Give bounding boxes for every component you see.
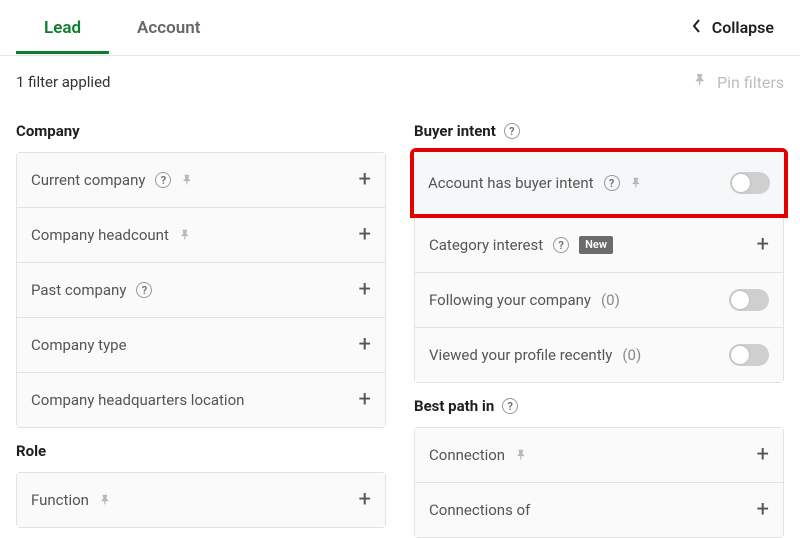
tabs-bar: Lead Account Collapse xyxy=(0,0,800,56)
filter-connection[interactable]: Connection + xyxy=(415,428,783,483)
filter-label: Connections of xyxy=(429,501,530,519)
left-column: Company Current company ? + Company head… xyxy=(16,108,386,538)
filter-category-interest[interactable]: Category interest ? New + xyxy=(415,218,783,273)
filter-label: Company headquarters location xyxy=(31,391,244,409)
expand-icon: + xyxy=(359,224,371,246)
filter-label: Account has buyer intent xyxy=(428,174,594,192)
expand-icon: + xyxy=(359,334,371,356)
collapse-label: Collapse xyxy=(712,18,774,37)
help-icon[interactable]: ? xyxy=(604,175,620,191)
section-buyer-intent-title: Buyer intent ? xyxy=(414,122,784,140)
expand-icon: + xyxy=(757,444,769,466)
expand-icon: + xyxy=(359,169,371,191)
section-best-path-title: Best path in ? xyxy=(414,397,784,415)
section-role-title: Role xyxy=(16,442,386,460)
filter-count-suffix: (0) xyxy=(601,291,620,309)
pin-icon[interactable] xyxy=(99,493,113,507)
filter-viewed-your-profile[interactable]: Viewed your profile recently (0) xyxy=(415,328,783,382)
filter-function[interactable]: Function + xyxy=(17,473,385,527)
section-title-text: Best path in xyxy=(414,397,494,415)
expand-icon: + xyxy=(757,234,769,256)
expand-icon: + xyxy=(359,489,371,511)
help-icon[interactable]: ? xyxy=(502,398,518,414)
pin-filters-label: Pin filters xyxy=(717,73,784,92)
filter-company-type[interactable]: Company type + xyxy=(17,318,385,373)
collapse-button[interactable]: Collapse xyxy=(692,18,784,37)
filter-count-suffix: (0) xyxy=(622,346,641,364)
toggle-switch[interactable] xyxy=(729,289,769,311)
filter-current-company[interactable]: Current company ? + xyxy=(17,153,385,208)
filter-company-headcount[interactable]: Company headcount + xyxy=(17,208,385,263)
filter-label: Past company xyxy=(31,281,126,299)
help-icon[interactable]: ? xyxy=(136,282,152,298)
toggle-switch[interactable] xyxy=(729,344,769,366)
pin-icon[interactable] xyxy=(181,173,195,187)
new-badge: New xyxy=(579,236,613,254)
pin-icon[interactable] xyxy=(179,228,193,242)
filter-label: Current company xyxy=(31,171,145,189)
filter-label: Connection xyxy=(429,446,505,464)
help-icon[interactable]: ? xyxy=(553,237,569,253)
filter-company-hq-location[interactable]: Company headquarters location + xyxy=(17,373,385,427)
section-best-path-panel: Connection + Connections of + xyxy=(414,427,784,538)
pin-icon[interactable] xyxy=(515,448,529,462)
filter-following-your-company[interactable]: Following your company (0) xyxy=(415,273,783,328)
expand-icon: + xyxy=(757,499,769,521)
toggle-switch[interactable] xyxy=(730,172,770,194)
filter-label: Company headcount xyxy=(31,226,169,244)
section-company-panel: Current company ? + Company headcount + … xyxy=(16,152,386,428)
tab-account[interactable]: Account xyxy=(109,2,228,54)
right-column: Buyer intent ? Account has buyer intent … xyxy=(414,108,784,538)
tab-lead[interactable]: Lead xyxy=(16,2,109,54)
section-title-text: Buyer intent xyxy=(414,122,496,140)
filter-label: Category interest xyxy=(429,236,543,254)
pin-filters-button[interactable]: Pin filters xyxy=(693,72,784,92)
filter-connections-of[interactable]: Connections of + xyxy=(415,483,783,537)
filter-label: Following your company xyxy=(429,291,591,309)
filter-count: 1 filter applied xyxy=(16,73,111,91)
help-icon[interactable]: ? xyxy=(155,172,171,188)
pin-icon xyxy=(693,72,709,92)
filter-label: Viewed your profile recently xyxy=(429,346,612,364)
pin-icon[interactable] xyxy=(630,176,644,190)
chevron-left-icon xyxy=(692,18,702,37)
expand-icon: + xyxy=(359,279,371,301)
highlighted-filter: Account has buyer intent ? xyxy=(410,148,788,218)
section-buyer-intent-panel: Category interest ? New + Following your… xyxy=(414,218,784,383)
expand-icon: + xyxy=(359,389,371,411)
section-role-panel: Function + xyxy=(16,472,386,528)
filter-label: Function xyxy=(31,491,89,509)
filter-account-has-buyer-intent[interactable]: Account has buyer intent ? xyxy=(414,152,784,214)
help-icon[interactable]: ? xyxy=(504,123,520,139)
filter-label: Company type xyxy=(31,336,127,354)
section-company-title: Company xyxy=(16,122,386,140)
filter-bar: 1 filter applied Pin filters xyxy=(0,56,800,98)
filter-past-company[interactable]: Past company ? + xyxy=(17,263,385,318)
